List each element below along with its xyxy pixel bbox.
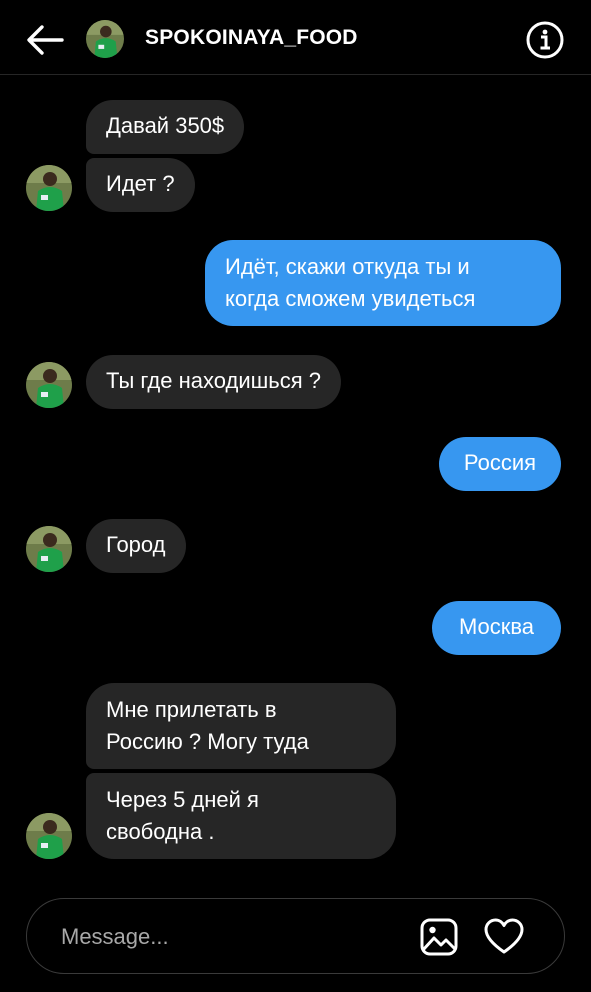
chat-username[interactable]: SPOKOINAYA_FOOD [145, 26, 358, 50]
message-bubble-incoming[interactable]: Ты где находишься ? [86, 355, 342, 409]
message-bubble-outgoing[interactable]: Москва [432, 601, 561, 655]
sender-avatar[interactable] [26, 362, 72, 408]
message-bubble-incoming[interactable]: Мне прилетать в Россию ? Могу туда [86, 683, 396, 769]
back-button[interactable] [24, 20, 66, 60]
info-circle-icon [526, 21, 564, 59]
message-bubble-incoming[interactable]: Город [86, 519, 186, 573]
gallery-button[interactable] [419, 917, 459, 957]
heart-icon [484, 918, 524, 954]
sender-avatar[interactable] [26, 813, 72, 859]
info-button[interactable] [525, 20, 565, 60]
message-bubble-incoming[interactable]: Идет ? [86, 158, 195, 212]
like-button[interactable] [483, 917, 525, 957]
message-bubble-outgoing[interactable]: Идёт, скажи откуда ты и когда сможем уви… [205, 240, 561, 326]
message-bubble-incoming[interactable]: Давай 350$ [86, 100, 245, 154]
message-bubble-outgoing[interactable]: Россия [439, 437, 561, 491]
chat-header: SPOKOINAYA_FOOD [0, 0, 591, 75]
message-input[interactable] [59, 917, 393, 957]
message-composer [26, 898, 565, 974]
image-icon [420, 918, 458, 956]
message-bubble-incoming[interactable]: Через 5 дней я свободна . [86, 773, 396, 859]
sender-avatar[interactable] [26, 165, 72, 211]
arrow-left-icon [27, 25, 64, 55]
header-avatar[interactable] [86, 20, 124, 58]
sender-avatar[interactable] [26, 526, 72, 572]
